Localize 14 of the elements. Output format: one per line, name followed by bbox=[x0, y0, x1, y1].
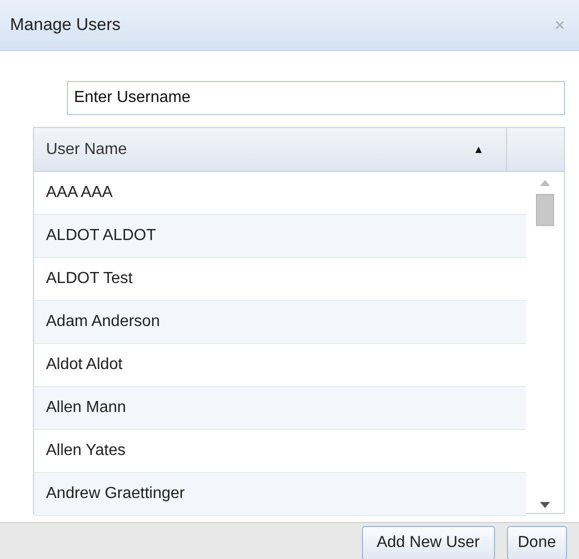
dialog-button[interactable]: Add New User bbox=[362, 526, 495, 559]
column-label: User Name bbox=[46, 140, 127, 158]
dialog-button[interactable]: Done bbox=[506, 526, 567, 559]
username-field[interactable]: Enter Username bbox=[67, 81, 565, 115]
user-row[interactable]: Adam Anderson bbox=[34, 301, 526, 344]
user-row[interactable]: Andrew Graettinger bbox=[34, 473, 526, 516]
scroll-up-icon[interactable] bbox=[540, 180, 550, 186]
user-row[interactable]: ALDOT ALDOT bbox=[34, 215, 526, 258]
scroll-down-icon[interactable] bbox=[540, 502, 550, 508]
user-row[interactable]: Allen Mann bbox=[34, 387, 526, 430]
sort-icon: ▲ bbox=[473, 144, 484, 156]
scroll-thumb[interactable] bbox=[536, 194, 554, 226]
window-title: Manage Users bbox=[10, 15, 121, 35]
column-header[interactable]: User Name ▲ bbox=[34, 128, 507, 171]
